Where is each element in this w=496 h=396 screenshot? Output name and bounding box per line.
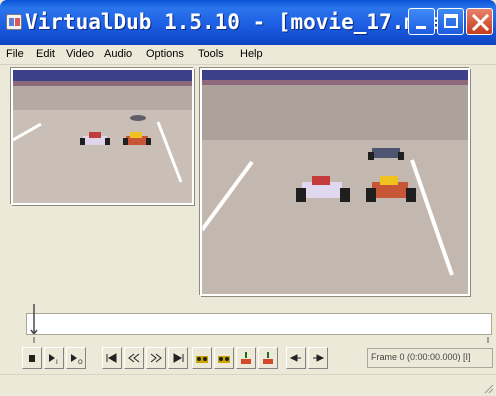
frame-position-readout: Frame 0 (0:00:00.000) [I] <box>367 348 493 368</box>
next-frame-button[interactable] <box>308 347 328 369</box>
prev-frame-icon <box>289 354 301 362</box>
scene-back-icon <box>196 356 208 363</box>
play-output-icon: O <box>71 354 83 366</box>
mark-in-icon <box>241 352 251 364</box>
input-video-pane[interactable] <box>11 68 194 205</box>
title-bar[interactable]: VirtualDub 1.5.10 - [movie_17.mpeg] <box>0 0 496 45</box>
scene-forward-icon <box>218 356 230 363</box>
svg-text:I: I <box>56 359 58 366</box>
output-video-frame <box>202 70 468 294</box>
menu-video[interactable]: Video <box>66 48 94 60</box>
prev-keyframe-button[interactable] <box>124 347 144 369</box>
svg-text:O: O <box>78 359 83 366</box>
scene-back-button[interactable] <box>192 347 212 369</box>
play-output-button[interactable]: O <box>66 347 86 369</box>
prev-keyframe-icon <box>128 353 140 363</box>
start-button[interactable] <box>102 347 122 369</box>
timeline-tick-start <box>33 337 35 343</box>
menu-file[interactable]: File <box>6 48 24 60</box>
output-video-pane[interactable] <box>200 68 470 296</box>
close-button[interactable] <box>466 8 493 35</box>
virtualdub-app-icon[interactable] <box>6 14 22 30</box>
status-bar <box>0 374 496 396</box>
resize-grip-icon[interactable] <box>482 382 494 394</box>
next-keyframe-icon <box>150 353 162 363</box>
window-title: VirtualDub 1.5.10 - [movie_17.mpeg] <box>25 10 468 34</box>
menu-bar: File Edit Video Audio Options Tools Help <box>0 45 496 65</box>
timeline-thumb[interactable] <box>30 304 38 334</box>
end-icon <box>173 353 184 363</box>
close-icon <box>471 13 490 32</box>
prev-frame-button[interactable] <box>286 347 306 369</box>
minimize-button[interactable] <box>408 8 435 35</box>
input-video-frame <box>13 70 192 203</box>
end-button[interactable] <box>168 347 188 369</box>
mark-in-button[interactable] <box>236 347 256 369</box>
maximize-button[interactable] <box>437 8 464 35</box>
play-input-icon: I <box>49 354 58 366</box>
maximize-icon <box>444 14 458 28</box>
menu-edit[interactable]: Edit <box>36 48 55 60</box>
play-input-button[interactable]: I <box>44 347 64 369</box>
menu-help[interactable]: Help <box>240 48 263 60</box>
timeline-track[interactable] <box>26 313 492 335</box>
next-frame-icon <box>313 354 325 362</box>
menu-audio[interactable]: Audio <box>104 48 132 60</box>
timeline-tick-end <box>487 337 489 343</box>
menu-options[interactable]: Options <box>146 48 184 60</box>
stop-icon <box>29 355 35 362</box>
start-icon <box>106 353 117 363</box>
menu-tools[interactable]: Tools <box>198 48 224 60</box>
minimize-icon <box>416 26 426 29</box>
mark-out-button[interactable] <box>258 347 278 369</box>
scene-forward-button[interactable] <box>214 347 234 369</box>
next-keyframe-button[interactable] <box>146 347 166 369</box>
transport-toolbar: I O <box>22 347 367 371</box>
mark-out-icon <box>263 352 273 364</box>
stop-button[interactable] <box>22 347 42 369</box>
